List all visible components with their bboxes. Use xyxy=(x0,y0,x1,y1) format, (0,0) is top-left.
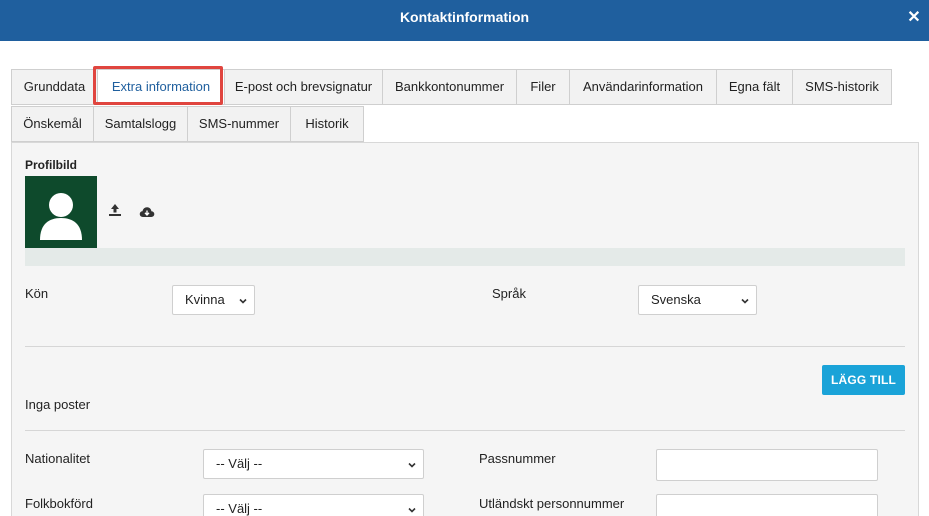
nationality-label: Nationalitet xyxy=(25,451,91,466)
dialog-title: Kontaktinformation xyxy=(399,9,530,25)
chevron-down-icon xyxy=(408,462,416,468)
gender-label: Kön xyxy=(25,286,49,301)
registered-select[interactable]: -- Välj -- xyxy=(203,494,424,516)
passport-label: Passnummer xyxy=(479,451,556,466)
foreign-id-input[interactable] xyxy=(656,494,878,516)
foreign-id-label: Utländskt personnummer xyxy=(479,496,625,511)
profile-strip xyxy=(25,248,905,266)
tab-sms-nummer[interactable]: SMS-nummer xyxy=(187,106,291,142)
tab-epost-och-brevsignatur[interactable]: E-post och brevsignatur xyxy=(224,69,383,105)
upload-icon[interactable] xyxy=(108,203,122,217)
avatar xyxy=(25,176,97,248)
tab-filer[interactable]: Filer xyxy=(516,69,570,105)
language-select[interactable]: Svenska xyxy=(638,285,757,315)
passport-input[interactable] xyxy=(656,449,878,481)
registered-select-value: -- Välj -- xyxy=(216,501,263,516)
tab-anvandarinformation[interactable]: Användarinformation xyxy=(569,69,717,105)
dialog-titlebar: Kontaktinformation ✕ xyxy=(0,0,929,41)
add-button[interactable]: LÄGG TILL xyxy=(822,365,905,395)
gender-select[interactable]: Kvinna xyxy=(172,285,255,315)
person-silhouette-icon xyxy=(40,193,82,240)
chevron-down-icon xyxy=(408,507,416,513)
tab-onskemal[interactable]: Önskemål xyxy=(11,106,94,142)
chevron-down-icon xyxy=(741,298,749,304)
language-select-value: Svenska xyxy=(651,292,701,307)
tab-extra-information[interactable]: Extra information xyxy=(97,69,225,105)
section-divider xyxy=(25,430,905,431)
tab-grunddata[interactable]: Grunddata xyxy=(11,69,98,105)
registered-label: Folkbokförd xyxy=(25,496,93,511)
nationality-select-value: -- Välj -- xyxy=(216,456,263,471)
tab-sms-historik[interactable]: SMS-historik xyxy=(792,69,892,105)
section-divider xyxy=(25,346,905,347)
tab-egna-falt[interactable]: Egna fält xyxy=(716,69,793,105)
tab-samtalslogg[interactable]: Samtalslogg xyxy=(93,106,188,142)
close-icon[interactable]: ✕ xyxy=(907,10,921,26)
no-posts-text: Inga poster xyxy=(25,397,91,412)
cloud-download-icon[interactable] xyxy=(139,205,155,219)
profile-picture-label: Profilbild xyxy=(25,158,77,172)
language-label: Språk xyxy=(492,286,526,301)
chevron-down-icon xyxy=(239,298,247,304)
tab-bankkontonummer[interactable]: Bankkontonummer xyxy=(382,69,517,105)
nationality-select[interactable]: -- Välj -- xyxy=(203,449,424,479)
tab-historik[interactable]: Historik xyxy=(290,106,364,142)
gender-select-value: Kvinna xyxy=(185,292,225,307)
